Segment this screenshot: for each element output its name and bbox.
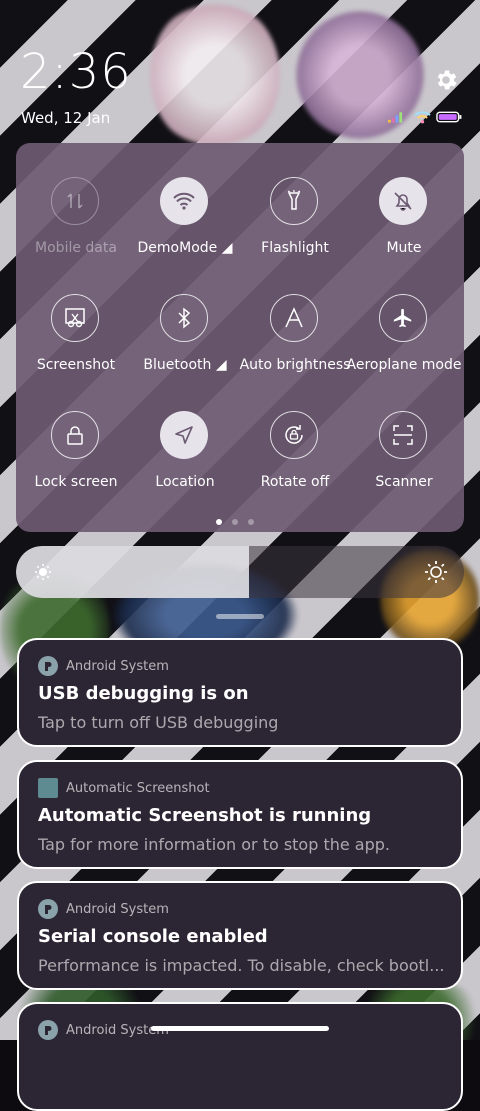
notification-body: Performance is impacted. To disable, che…	[38, 956, 445, 975]
notification-header: Android System	[38, 899, 169, 919]
tile-aeroplane-mode[interactable]: Aeroplane mode	[347, 260, 461, 373]
gear-icon[interactable]	[433, 67, 459, 93]
clock: 2:36	[20, 44, 132, 100]
notification-body: Tap to turn off USB debugging	[38, 713, 279, 732]
notification-serial-console[interactable]: Android System Serial console enabled Pe…	[17, 881, 463, 990]
notification-title: Serial console enabled	[38, 926, 268, 947]
screenshot-icon	[51, 294, 99, 342]
brightness-high-icon	[425, 561, 447, 583]
page-dot	[232, 519, 238, 525]
rotate-icon	[270, 411, 318, 459]
tile-demomode[interactable]: DemoMode ◢	[130, 143, 240, 256]
notification-app-name: Android System	[66, 901, 169, 917]
notification-body: Tap for more information or to stop the …	[38, 835, 391, 854]
lock-icon	[51, 411, 99, 459]
tile-screenshot[interactable]: Screenshot	[21, 260, 131, 373]
notification-header: Android System	[38, 1020, 169, 1040]
tile-auto-brightness[interactable]: Auto brightness	[240, 260, 350, 373]
tile-flashlight[interactable]: Flashlight	[240, 143, 350, 256]
tile-scanner[interactable]: Scanner	[349, 377, 459, 490]
android-system-icon	[38, 1020, 58, 1040]
tile-label: Aeroplane mode	[346, 357, 462, 373]
location-icon	[160, 411, 208, 459]
notification-usb-debugging[interactable]: Android System USB debugging is on Tap t…	[17, 638, 463, 747]
page-dot	[216, 519, 222, 525]
mobile-data-icon	[51, 177, 99, 225]
wifi-icon	[160, 177, 208, 225]
signal-icon	[388, 112, 403, 123]
page-dot	[248, 519, 254, 525]
notification-app-name: Automatic Screenshot	[66, 780, 210, 796]
tile-location[interactable]: Location	[130, 377, 240, 490]
notification-title: USB debugging is on	[38, 683, 249, 704]
bluetooth-icon	[160, 294, 208, 342]
status-bar: 2:36 Wed, 12 Jan	[0, 0, 480, 135]
automatic-screenshot-icon	[38, 778, 58, 798]
system-icons	[388, 110, 462, 124]
panel-drag-handle[interactable]	[216, 614, 264, 619]
date: Wed, 12 Jan	[21, 109, 111, 127]
gesture-nav-bar[interactable]	[151, 1026, 329, 1031]
wifi-icon	[414, 110, 431, 123]
bell-off-icon	[379, 177, 427, 225]
android-system-icon	[38, 656, 58, 676]
tile-bluetooth[interactable]: Bluetooth ◢	[130, 260, 240, 373]
tile-label: Mute	[386, 240, 422, 256]
notification-header: Automatic Screenshot	[38, 778, 210, 798]
tile-mute[interactable]: Mute	[349, 143, 459, 256]
battery-icon	[435, 111, 462, 123]
airplane-icon	[379, 294, 427, 342]
quick-settings-panel: Mobile data DemoMode ◢ Flashlight Mute S…	[16, 143, 464, 532]
notification-header: Android System	[38, 656, 169, 676]
page-indicator	[216, 519, 254, 525]
auto-brightness-icon	[270, 294, 318, 342]
notification-automatic-screenshot[interactable]: Automatic Screenshot Automatic Screensho…	[17, 760, 463, 869]
notification-title: Automatic Screenshot is running	[38, 805, 372, 826]
tile-rotate[interactable]: Rotate off	[240, 377, 350, 490]
tile-mobile-data[interactable]: Mobile data	[21, 143, 131, 256]
tile-label: Scanner	[375, 474, 433, 490]
brightness-slider[interactable]	[16, 546, 464, 598]
notification-app-name: Android System	[66, 658, 169, 674]
notification-android-system[interactable]: Android System	[17, 1002, 463, 1111]
scanner-icon	[379, 411, 427, 459]
flashlight-icon	[270, 177, 318, 225]
brightness-low-icon	[35, 564, 51, 580]
tile-lock-screen[interactable]: Lock screen	[21, 377, 131, 490]
android-system-icon	[38, 899, 58, 919]
